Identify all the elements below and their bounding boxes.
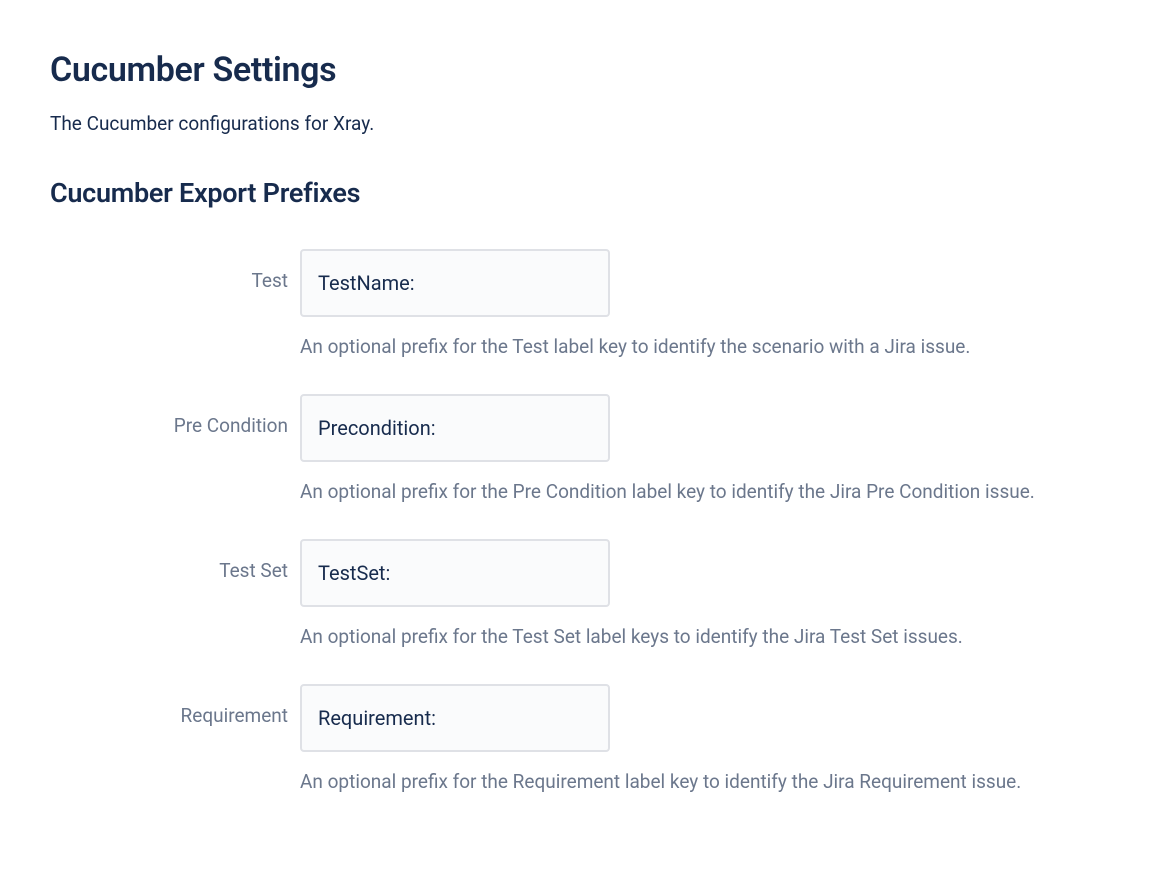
precondition-label: Pre Condition [50,394,300,437]
field-row-testset: Test Set An optional prefix for the Test… [50,539,1118,676]
test-label: Test [50,249,300,292]
test-input[interactable] [300,249,610,317]
field-row-precondition: Pre Condition An optional prefix for the… [50,394,1118,531]
section-title: Cucumber Export Prefixes [50,177,1118,209]
precondition-help: An optional prefix for the Pre Condition… [300,480,1118,503]
page-title: Cucumber Settings [50,50,1118,90]
testset-input[interactable] [300,539,610,607]
field-row-test: Test An optional prefix for the Test lab… [50,249,1118,386]
field-row-requirement: Requirement An optional prefix for the R… [50,684,1118,821]
requirement-field-container: An optional prefix for the Requirement l… [300,684,1118,821]
testset-label: Test Set [50,539,300,582]
testset-help: An optional prefix for the Test Set labe… [300,625,1118,648]
precondition-field-container: An optional prefix for the Pre Condition… [300,394,1118,531]
precondition-input[interactable] [300,394,610,462]
page-description: The Cucumber configurations for Xray. [50,112,1118,135]
requirement-label: Requirement [50,684,300,727]
test-field-container: An optional prefix for the Test label ke… [300,249,1118,386]
testset-field-container: An optional prefix for the Test Set labe… [300,539,1118,676]
test-help: An optional prefix for the Test label ke… [300,335,1118,358]
requirement-help: An optional prefix for the Requirement l… [300,770,1118,793]
requirement-input[interactable] [300,684,610,752]
